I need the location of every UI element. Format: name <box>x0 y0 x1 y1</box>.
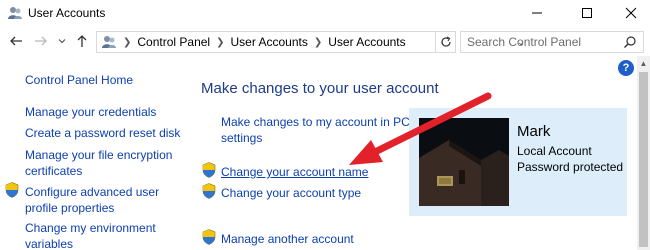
account-name: Mark <box>517 123 551 140</box>
forward-button[interactable] <box>32 32 50 50</box>
search-input[interactable] <box>461 33 621 51</box>
breadcrumb-control-panel[interactable]: Control Panel <box>137 35 210 49</box>
arrow-left-icon <box>10 36 22 46</box>
back-button[interactable] <box>7 32 25 50</box>
link-text: Manage your credentials <box>25 105 157 119</box>
breadcrumb-user-accounts[interactable]: User Accounts <box>231 35 308 49</box>
uac-shield-icon <box>5 182 19 198</box>
breadcrumb-separator-icon[interactable]: ❯ <box>123 37 131 48</box>
recent-locations-button[interactable] <box>53 32 71 50</box>
manage-file-encryption-link[interactable]: Manage your file encryption certificates <box>25 147 172 179</box>
manage-another-account-link[interactable]: Manage another account <box>221 231 354 247</box>
link-text: profile properties <box>25 201 115 215</box>
manage-credentials-link[interactable]: Manage your credentials <box>25 104 156 120</box>
create-password-reset-disk-link[interactable]: Create a password reset disk <box>25 125 180 141</box>
change-account-type-link[interactable]: Change your account type <box>221 185 361 201</box>
link-text: certificates <box>25 164 83 178</box>
maximize-icon <box>582 8 592 18</box>
vertical-scrollbar[interactable]: ▲ <box>637 56 650 250</box>
link-text: variables <box>25 237 74 250</box>
link-text: Change my environment <box>25 221 156 235</box>
chevron-down-icon <box>58 39 66 44</box>
breadcrumb-separator-icon[interactable]: ❯ <box>216 37 224 48</box>
scrollbar-thumb[interactable] <box>639 72 648 247</box>
uac-shield-icon <box>202 183 216 199</box>
configure-advanced-user-profile-link[interactable]: Configure advanced user profile properti… <box>25 184 159 216</box>
arrow-right-icon <box>35 36 47 46</box>
link-text: Create a password reset disk <box>25 126 181 140</box>
left-pane: Control Panel Home Manage your credentia… <box>0 56 190 250</box>
help-label: ? <box>622 62 630 74</box>
scroll-up-arrow-icon[interactable]: ▲ <box>637 56 650 70</box>
maximize-button[interactable] <box>564 0 610 26</box>
window-title: User Accounts <box>28 6 106 20</box>
link-text: Manage your file encryption <box>25 148 173 162</box>
uac-shield-icon <box>202 162 216 178</box>
breadcrumb-user-accounts-current[interactable]: User Accounts <box>328 35 405 49</box>
search-icon[interactable] <box>623 35 637 49</box>
help-button[interactable]: ? <box>618 60 634 76</box>
breadcrumb-separator-icon[interactable]: ❯ <box>314 37 322 48</box>
annotation-arrow <box>349 92 492 165</box>
refresh-icon <box>440 36 451 47</box>
address-bar[interactable]: ❯ Control Panel ❯ User Accounts ❯ User A… <box>96 31 525 53</box>
title-bar: User Accounts <box>0 0 650 26</box>
up-button[interactable] <box>73 32 91 50</box>
arrow-up-icon <box>77 35 87 47</box>
close-icon <box>625 7 637 19</box>
control-panel-home-link[interactable]: Control Panel Home <box>25 72 133 88</box>
close-button[interactable] <box>608 0 650 26</box>
user-accounts-icon <box>102 36 116 48</box>
refresh-button[interactable] <box>436 31 456 53</box>
link-text: settings <box>221 131 263 145</box>
navigation-bar: ❯ Control Panel ❯ User Accounts ❯ User A… <box>0 28 650 56</box>
account-password-status: Password protected <box>517 160 624 174</box>
uac-shield-icon <box>202 229 216 245</box>
search-box[interactable] <box>460 31 644 53</box>
link-text: Configure advanced user <box>25 185 160 199</box>
user-accounts-icon <box>8 7 22 19</box>
account-type: Local Account <box>517 144 592 158</box>
minimize-button[interactable] <box>514 0 560 26</box>
minimize-icon <box>532 12 542 14</box>
change-environment-variables-link[interactable]: Change my environment variables <box>25 220 156 250</box>
